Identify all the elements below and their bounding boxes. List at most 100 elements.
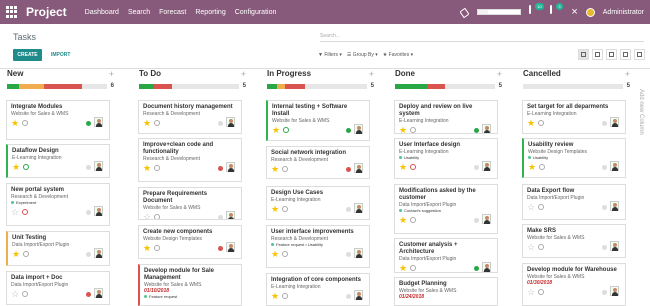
add-task-icon[interactable]: +	[625, 69, 630, 79]
activity-clock-icon[interactable]	[23, 251, 29, 257]
status-dot[interactable]	[602, 205, 607, 210]
assignee-avatar[interactable]	[94, 117, 103, 127]
activity-clock-icon[interactable]	[22, 120, 28, 126]
activity-clock-icon[interactable]	[22, 291, 28, 297]
star-icon[interactable]: ★	[271, 165, 279, 174]
assignee-avatar[interactable]	[354, 290, 363, 300]
status-dot[interactable]	[218, 166, 223, 171]
import-button[interactable]: IMPORT	[51, 49, 70, 61]
status-dot[interactable]	[346, 128, 351, 133]
assignee-avatar[interactable]	[610, 161, 619, 171]
star-icon[interactable]: ☆	[527, 203, 535, 212]
task-card[interactable]: Set target for all deparments E-Learning …	[522, 100, 626, 134]
activity-clock-icon[interactable]	[154, 120, 160, 126]
activity-clock-icon[interactable]	[154, 165, 160, 171]
status-dot[interactable]	[346, 207, 351, 212]
task-card[interactable]: New portal system Research & Development E…	[6, 183, 110, 226]
create-button[interactable]: CREATE	[13, 49, 42, 61]
activity-clock-icon[interactable]	[538, 289, 544, 295]
status-dot[interactable]	[602, 121, 607, 126]
menu-configuration[interactable]: Configuration	[235, 9, 277, 16]
assignee-avatar[interactable]	[94, 161, 103, 171]
activity-clock-icon[interactable]	[410, 127, 416, 133]
star-icon[interactable]: ☆	[11, 290, 19, 299]
assignee-avatar[interactable]	[226, 117, 235, 127]
star-icon[interactable]: ★	[399, 264, 407, 273]
assignee-avatar[interactable]	[354, 163, 363, 173]
star-icon[interactable]: ★	[272, 126, 280, 135]
menu-search[interactable]: Search	[128, 9, 150, 16]
task-card[interactable]: Make SRS Website for Sales & WMS ☆	[522, 224, 626, 258]
add-task-icon[interactable]: +	[497, 69, 502, 79]
status-dot[interactable]	[602, 165, 607, 170]
phone-icon[interactable]	[459, 7, 469, 17]
apps-menu-icon[interactable]	[6, 6, 18, 18]
task-card[interactable]: Integration of core components E-Learning…	[266, 273, 370, 306]
task-card[interactable]: Develop module for Warehouse Website for …	[522, 263, 626, 306]
add-column-label[interactable]: Add new Column	[638, 89, 644, 135]
add-task-icon[interactable]: +	[241, 69, 246, 79]
star-icon[interactable]: ☆	[143, 213, 151, 220]
search-input[interactable]: Search...	[320, 32, 644, 42]
star-icon[interactable]: ★	[11, 119, 19, 128]
star-icon[interactable]: ★	[271, 205, 279, 214]
star-icon[interactable]: ★	[271, 250, 279, 259]
star-icon[interactable]: ★	[12, 163, 20, 172]
activity-clock-icon[interactable]	[282, 206, 288, 212]
user-name[interactable]: Administrator	[603, 9, 644, 16]
status-dot[interactable]	[86, 252, 91, 257]
task-card[interactable]: User interface improvements Research & De…	[266, 225, 370, 268]
task-card[interactable]: Internal testing + Software Install Websi…	[266, 100, 370, 141]
kanban-view-icon[interactable]	[578, 49, 589, 60]
star-icon[interactable]: ★	[12, 250, 20, 259]
star-icon[interactable]: ★	[143, 164, 151, 173]
add-column[interactable]: Add new Column	[636, 69, 650, 291]
assignee-avatar[interactable]	[354, 124, 363, 134]
activity-clock-icon[interactable]	[282, 251, 288, 257]
task-card[interactable]: Social network integration Research & Dev…	[266, 146, 370, 179]
activity-clock-icon[interactable]	[538, 204, 544, 210]
star-icon[interactable]: ★	[399, 216, 407, 225]
assignee-avatar[interactable]	[482, 124, 491, 133]
activity-clock-icon[interactable]	[23, 164, 29, 170]
assignee-avatar[interactable]	[610, 117, 619, 127]
status-dot[interactable]	[474, 128, 479, 133]
star-icon[interactable]: ★	[143, 244, 151, 253]
menu-forecast[interactable]: Forecast	[159, 9, 186, 16]
status-dot[interactable]	[346, 294, 351, 299]
star-icon[interactable]: ★	[143, 119, 151, 128]
task-card[interactable]: Dataflow Design E-Learning Integration ★	[6, 144, 110, 178]
star-icon[interactable]: ☆	[11, 208, 19, 217]
assignee-avatar[interactable]	[226, 211, 235, 219]
assignee-avatar[interactable]	[610, 241, 619, 251]
activity-clock-icon[interactable]	[283, 127, 289, 133]
status-dot[interactable]	[346, 252, 351, 257]
menu-reporting[interactable]: Reporting	[195, 9, 225, 16]
status-dot[interactable]	[86, 165, 91, 170]
star-icon[interactable]: ☆	[527, 288, 535, 297]
task-card[interactable]: Unit Testing Data Import/Export Plugin ★	[6, 231, 110, 266]
activity-clock-icon[interactable]	[22, 209, 28, 215]
status-dot[interactable]	[218, 121, 223, 126]
activity-clock-icon[interactable]	[154, 214, 160, 219]
group-by-button[interactable]: ☰ Group By ▾	[347, 49, 378, 61]
task-card[interactable]: Create new components Website Design Temp…	[138, 225, 242, 259]
assignee-avatar[interactable]	[482, 214, 491, 224]
assignee-avatar[interactable]	[482, 262, 491, 272]
task-card[interactable]: Develop module for Sale Management Websit…	[138, 264, 242, 306]
assignee-avatar[interactable]	[610, 286, 619, 296]
assignee-avatar[interactable]	[94, 288, 103, 298]
calendar-view-icon[interactable]	[606, 49, 617, 60]
user-avatar[interactable]	[585, 7, 595, 17]
star-icon[interactable]: ★	[399, 126, 407, 134]
task-card[interactable]: Customer analysis + Architecture Data Imp…	[394, 238, 498, 273]
task-card[interactable]: Integrate Modules Website for Sales & WMS…	[6, 100, 110, 140]
task-card[interactable]: Design Use Cases E-Learning Integration ★	[266, 186, 370, 220]
star-icon[interactable]: ★	[528, 163, 536, 172]
status-dot[interactable]	[218, 215, 223, 219]
messages-icon[interactable]: 3	[550, 2, 563, 19]
activity-clock-icon[interactable]	[538, 244, 544, 250]
star-icon[interactable]: ★	[271, 292, 279, 301]
assignee-avatar[interactable]	[354, 203, 363, 213]
star-icon[interactable]: ★	[527, 119, 535, 128]
